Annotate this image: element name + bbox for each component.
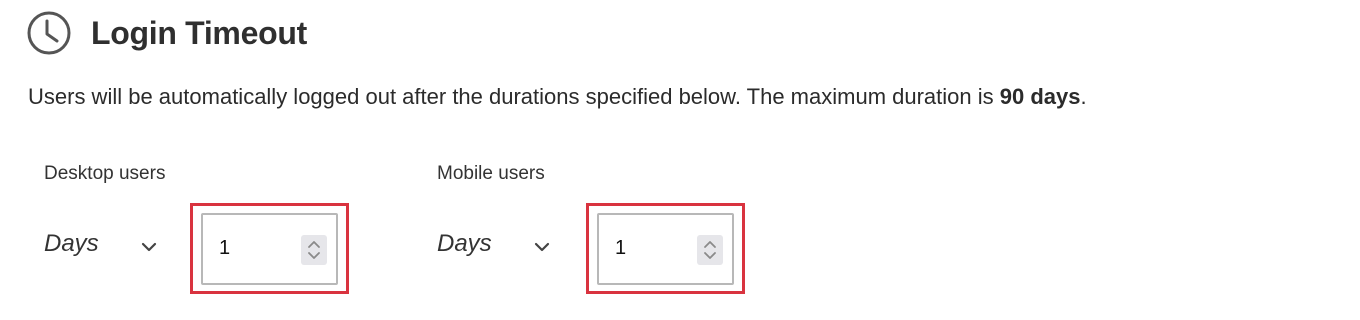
- description-suffix: .: [1080, 84, 1087, 109]
- desktop-unit-value: Days: [44, 230, 99, 257]
- stepper-arrows-icon: [308, 241, 320, 259]
- desktop-users-label: Desktop users: [44, 163, 166, 184]
- chevron-down-icon: [534, 239, 550, 252]
- description-main: Users will be automatically logged out a…: [28, 84, 1000, 109]
- mobile-highlight-box: 1: [586, 203, 745, 294]
- desktop-timeout-value: 1: [219, 237, 231, 259]
- desktop-timeout-input[interactable]: 1: [201, 213, 338, 285]
- page-title: Login Timeout: [91, 14, 307, 51]
- login-timeout-panel: Login Timeout Users will be automaticall…: [0, 0, 1360, 320]
- clock-icon: [26, 10, 72, 56]
- max-duration: 90 days: [999, 84, 1081, 109]
- mobile-timeout-value: 1: [615, 237, 627, 259]
- mobile-timeout-input[interactable]: 1: [597, 213, 734, 285]
- description-text: Users will be automatically logged out a…: [28, 84, 1087, 110]
- desktop-highlight-box: 1: [190, 203, 349, 294]
- mobile-unit-value: Days: [437, 230, 492, 257]
- mobile-unit-select[interactable]: Days: [437, 230, 550, 258]
- mobile-users-label: Mobile users: [437, 163, 545, 184]
- desktop-unit-select[interactable]: Days: [44, 230, 157, 258]
- section-header: Login Timeout: [26, 10, 307, 56]
- chevron-down-icon: [141, 239, 157, 252]
- mobile-stepper[interactable]: [697, 235, 723, 265]
- desktop-stepper[interactable]: [301, 235, 327, 265]
- stepper-arrows-icon: [704, 241, 716, 259]
